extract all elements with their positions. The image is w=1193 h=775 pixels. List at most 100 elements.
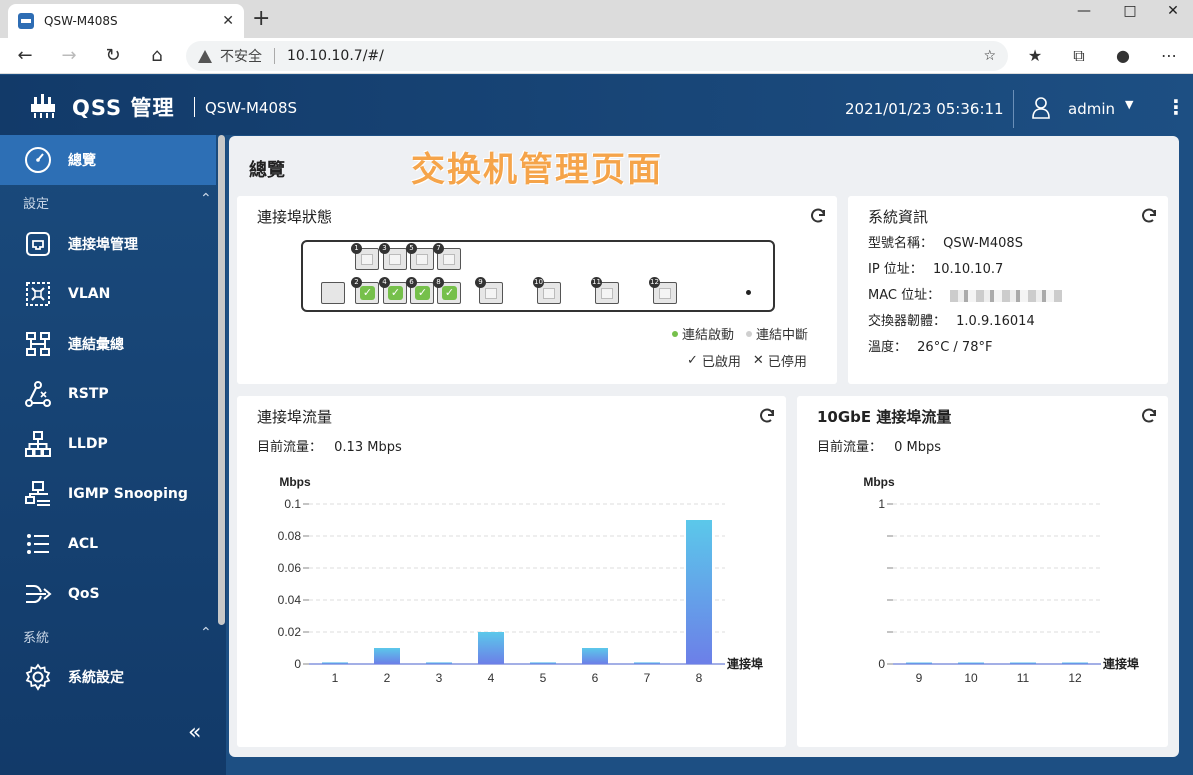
switch-status-led (746, 290, 751, 295)
switch-port[interactable]: 9 (475, 277, 503, 304)
sidebar-item-label: IGMP Snooping (68, 486, 188, 502)
port-number-badge: 10 (533, 277, 544, 288)
switch-port[interactable]: 10 (533, 277, 561, 304)
switch-port[interactable]: 5 (406, 243, 434, 270)
x-axis-label: 連接埠 (727, 656, 763, 671)
system-info-card: 系統資訊 型號名稱： QSW-M408S IP 位址： 10.10.10.7 M… (848, 196, 1168, 384)
refresh-icon[interactable] (809, 207, 827, 225)
port-linked-icon: ✓ (442, 286, 457, 300)
sidebar-item-label: 總覽 (68, 153, 96, 169)
forward-icon[interactable]: → (56, 43, 82, 69)
favorites-icon[interactable]: ★ (1022, 43, 1048, 69)
bar-port-1 (322, 662, 348, 664)
sidebar-item-port-management[interactable]: 連接埠管理 (0, 219, 216, 269)
tab-title: QSW-M408S (44, 14, 118, 28)
collapse-sidebar-icon[interactable]: « (188, 720, 201, 745)
legend-disabled: 已停用 (767, 355, 807, 370)
sidebar-item-link-aggregation[interactable]: 連結彙總 (0, 319, 216, 369)
10gbe-traffic-card: 10GbE 連接埠流量 目前流量： 0 Mbps Mbps 0 1 連接埠 9 10 11 1… (797, 396, 1168, 747)
more-options-icon[interactable]: ⋮ (1166, 97, 1186, 117)
sidebar-item-system-settings[interactable]: 系統設定 (0, 652, 216, 702)
x-tick-label: 12 (1068, 671, 1082, 685)
add-favorite-icon[interactable]: ☆ (983, 48, 996, 64)
switch-port[interactable]: 1 (351, 243, 379, 270)
profile-icon[interactable]: ● (1110, 43, 1136, 69)
link-aggregation-icon (26, 332, 50, 356)
switch-port[interactable]: 11 (591, 277, 619, 304)
maximize-icon[interactable]: □ (1107, 0, 1153, 22)
tab-close-icon[interactable]: ✕ (222, 13, 234, 29)
link-up-dot (672, 330, 678, 337)
security-label: 不安全 (220, 49, 262, 65)
port-number-badge: 11 (591, 277, 602, 288)
collections-icon[interactable]: ⧉ (1066, 43, 1092, 69)
lldp-hierarchy-icon (25, 431, 51, 457)
info-temp-row: 溫度： 26°C / 78°F (868, 336, 992, 355)
info-model-row: 型號名稱： QSW-M408S (868, 232, 1023, 251)
x-tick-label: 9 (916, 671, 923, 685)
new-tab-button[interactable]: + (252, 6, 270, 31)
check-icon: ✓ (687, 353, 698, 368)
close-window-icon[interactable]: ✕ (1150, 0, 1193, 22)
info-value: 1.0.9.16014 (956, 314, 1035, 329)
legend-enabled: 已啟用 (701, 355, 741, 370)
sidebar-scrollbar[interactable] (218, 135, 225, 625)
x-tick-label: 1 (332, 671, 339, 685)
port-idle-icon (601, 288, 613, 299)
info-label: 交換器韌體： (868, 314, 947, 329)
warning-icon (198, 49, 212, 63)
back-icon[interactable]: ← (12, 43, 38, 69)
switch-port[interactable]: 4 ✓ (379, 277, 407, 304)
y-axis-label: Mbps (279, 475, 311, 489)
chevron-up-icon[interactable]: ⌃ (200, 191, 212, 207)
sidebar-item-vlan[interactable]: VLAN (0, 269, 216, 319)
sidebar-item-label: LLDP (68, 436, 108, 452)
y-tick-label: 0 (878, 657, 885, 671)
sidebar-item-label: VLAN (68, 286, 111, 302)
info-label: 溫度： (868, 340, 908, 355)
cross-icon: ✕ (752, 353, 764, 368)
switch-port[interactable]: 3 (379, 243, 407, 270)
sidebar-item-overview[interactable]: 總覽 (0, 135, 216, 185)
port-number-badge: 12 (649, 277, 660, 288)
minimize-icon[interactable]: — (1061, 0, 1107, 22)
switch-port[interactable]: 12 (649, 277, 677, 304)
browser-tab[interactable]: QSW-M408S ✕ (8, 4, 244, 38)
port-linked-icon: ✓ (415, 286, 430, 300)
sidebar-item-lldp[interactable]: LLDP (0, 419, 216, 469)
info-ip-row: IP 位址： 10.10.10.7 (868, 258, 1003, 277)
dashboard-gauge-icon (25, 147, 51, 173)
sidebar-item-rstp[interactable]: RSTP (0, 369, 216, 419)
switch-port[interactable]: 8 ✓ (433, 277, 461, 304)
chevron-up-icon[interactable]: ⌃ (200, 625, 212, 641)
browser-tab-bar: QSW-M408S ✕ + — □ ✕ (0, 0, 1193, 38)
app-brand: QSS 管理 (72, 96, 175, 120)
gear-icon (25, 663, 51, 691)
port-idle-icon (361, 254, 373, 265)
refresh-icon[interactable] (1140, 207, 1158, 225)
url-input[interactable]: 不安全 10.10.10.7/#/ ☆ (186, 41, 1008, 71)
bar-port-11 (1010, 662, 1036, 664)
bar-port-2 (374, 648, 400, 664)
x-tick-label: 4 (488, 671, 495, 685)
header-divider-right (1013, 90, 1014, 128)
sidebar-item-igmp-snooping[interactable]: IGMP Snooping (0, 469, 216, 519)
rstp-topology-icon (25, 381, 51, 407)
home-icon[interactable]: ⌂ (144, 43, 170, 69)
sidebar-item-acl[interactable]: ACL (0, 519, 216, 569)
enable-legend: ✓ 已啟用 ✕ 已停用 (687, 351, 807, 370)
browser-menu-icon[interactable]: ⋯ (1156, 43, 1182, 69)
port-number-badge: 7 (433, 243, 444, 254)
switch-port[interactable]: 7 (433, 243, 461, 270)
port-traffic-card: 連接埠流量 目前流量： 0.13 Mbps Mbps 0 0.02 0.04 0.06 0… (237, 396, 786, 747)
y-tick-label: 0.02 (278, 625, 302, 639)
reload-icon[interactable]: ↻ (100, 43, 126, 69)
switch-port[interactable]: 6 ✓ (406, 277, 434, 304)
igmp-network-icon (25, 481, 50, 506)
switch-port[interactable]: 2 ✓ (351, 277, 379, 304)
sidebar-item-qos[interactable]: QoS (0, 569, 216, 619)
port-idle-icon (485, 288, 497, 299)
user-menu[interactable]: admin (1068, 100, 1115, 118)
chevron-down-icon[interactable]: ▼ (1125, 98, 1133, 111)
user-icon[interactable] (1032, 97, 1050, 119)
